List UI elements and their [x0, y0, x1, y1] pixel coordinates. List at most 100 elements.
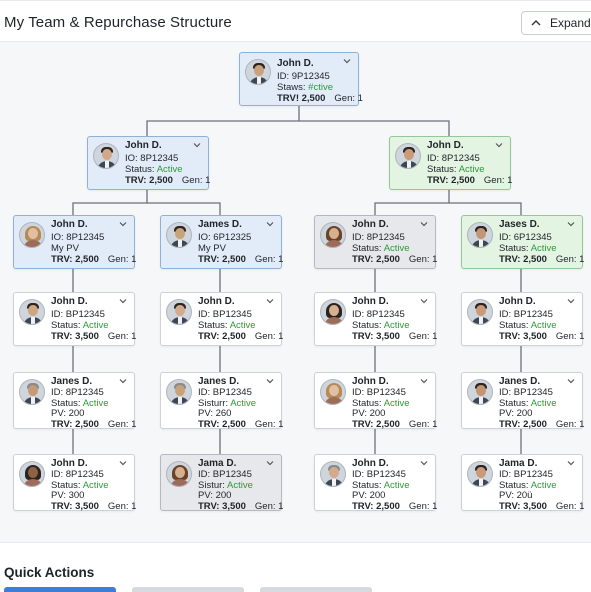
- member-card[interactable]: John D. ID: BP12345 Status: Active PV: 200 T…: [314, 454, 437, 512]
- member-detail: ID: 9P12345: [277, 71, 330, 82]
- root-member-card[interactable]: John D. ID: 9P12345 Staws: #ctive TRV! 2,50…: [239, 52, 363, 106]
- status-value: Active: [82, 479, 109, 491]
- chevron-down-icon[interactable]: [419, 220, 429, 228]
- member-card[interactable]: John D. ID: BP12345 Status: Active TRV: 3,5…: [13, 292, 136, 346]
- member-card[interactable]: John D. ID: 8P12345 Status: Active TRV: 3,5…: [314, 292, 437, 346]
- member-detail: Status: Active: [499, 398, 557, 409]
- member-detail: TRV: 2,500 Gen: 1: [125, 175, 210, 186]
- chevron-down-icon[interactable]: [265, 459, 275, 467]
- member-detail: Status: Active: [51, 480, 109, 491]
- member-detail: ID: BP12345: [352, 387, 406, 398]
- member-detail: ID: 8P12345: [51, 387, 104, 398]
- status-label: Status:: [51, 397, 83, 409]
- member-gen: Gen: 1: [107, 500, 137, 512]
- member-gen: Gen: 1: [254, 500, 284, 512]
- member-name: John D.: [352, 458, 389, 469]
- member-trv: TRV: 2,500: [198, 254, 246, 265]
- status-label: Status:: [51, 479, 83, 491]
- member-detail: PV: 200: [352, 408, 386, 419]
- member-detail: ID: 6P12345: [499, 232, 552, 243]
- chevron-down-icon[interactable]: [118, 297, 128, 305]
- chevron-down-icon[interactable]: [419, 459, 429, 467]
- status-value: Active: [229, 320, 256, 331]
- chevron-down-icon[interactable]: [494, 141, 504, 149]
- member-card[interactable]: John D. ID: BP12345 Status: Active PV: 200 T…: [314, 372, 437, 430]
- member-trv: TRV: 2,500: [499, 254, 547, 265]
- member-trv: TRV: 3,500: [51, 500, 99, 512]
- member-card[interactable]: John D. ID: BP12345 Status: Active TRV: 2,5…: [160, 292, 283, 346]
- member-card[interactable]: Janes D. ID: BP12345 Status: Active PV: 200…: [461, 372, 584, 430]
- member-detail: TRV: 2,500 Gen: 1: [352, 254, 437, 265]
- member-card[interactable]: Jama D. ID: BP12345 Sistur: Active PV: 200 T…: [160, 454, 284, 512]
- member-name: Jama D.: [198, 458, 237, 469]
- chevron-down-icon[interactable]: [118, 220, 128, 228]
- member-card[interactable]: John D. IO: 8P12345 Status: Active TRV: 2,5…: [87, 136, 210, 190]
- member-avatar: [19, 222, 45, 248]
- member-detail: TRV: 3,500 Gen: 1: [499, 501, 584, 512]
- status-label: Status:: [499, 243, 531, 254]
- chevron-down-icon[interactable]: [265, 377, 275, 385]
- member-gen: Gen: 1: [555, 254, 585, 265]
- member-detail: TRV: 2,500 Gen: 1: [51, 419, 136, 430]
- chevron-down-icon[interactable]: [566, 377, 576, 385]
- member-avatar: [395, 143, 421, 169]
- member-card[interactable]: Janes D. ID: 8P12345 Status: Active PV: 200…: [13, 372, 136, 430]
- member-name: John D.: [51, 458, 88, 469]
- chevron-down-icon[interactable]: [265, 297, 275, 305]
- member-detail: TRV: 2,500 Gen: 1: [427, 175, 512, 186]
- expand-button[interactable]: Expand: [521, 11, 591, 35]
- member-detail: Staws: #ctive: [277, 82, 333, 93]
- member-detail: PV: 300: [51, 490, 85, 501]
- member-card[interactable]: John D. IO: 8P12345 My PV TRV: 2,500 Gen: 1: [13, 215, 136, 269]
- member-detail: IO: 6P12325: [198, 232, 252, 243]
- quick-action-button[interactable]: [4, 587, 116, 592]
- member-card[interactable]: Jases D. ID: 6P12345 Status: Active TRV: 2,…: [461, 215, 585, 269]
- status-value: Active: [227, 479, 253, 491]
- status-label: Sistur:: [198, 479, 228, 491]
- chevron-down-icon[interactable]: [342, 57, 352, 65]
- member-card[interactable]: James D. IO: 6P12325 My PV TRV: 2,500 Gen: 1: [160, 215, 283, 269]
- member-gen: Gen: 1: [555, 500, 585, 512]
- quick-action-button[interactable]: [260, 587, 372, 592]
- member-avatar: [320, 379, 346, 405]
- member-card[interactable]: John D. ID: 8P12345 Status: Active TRV: 2,5…: [389, 136, 512, 190]
- chevron-down-icon[interactable]: [566, 297, 576, 305]
- member-card[interactable]: John D. ID: BP12345 Status: Active TRV: 3,5…: [461, 292, 584, 346]
- status-value: Active: [383, 243, 410, 254]
- chevron-down-icon[interactable]: [192, 141, 202, 149]
- member-detail: IO: 8P12345: [125, 153, 179, 164]
- status-label: Status:: [198, 320, 230, 331]
- member-detail: My PV: [198, 243, 226, 254]
- status-value: Active: [82, 320, 109, 331]
- member-avatar: [19, 379, 45, 405]
- member-avatar: [166, 299, 192, 325]
- member-detail: ID: BP12345: [352, 469, 406, 480]
- chevron-down-icon[interactable]: [118, 377, 128, 385]
- chevron-down-icon[interactable]: [118, 459, 128, 467]
- member-trv: TRV: 2,500: [125, 175, 173, 186]
- member-avatar: [467, 379, 493, 405]
- quick-action-button[interactable]: [132, 587, 244, 592]
- member-card[interactable]: Jama D. ID: BP12345 Status: Active PV: 20ü T…: [461, 454, 584, 512]
- status-label: Status:: [125, 164, 157, 175]
- member-avatar: [320, 222, 346, 248]
- chevron-down-icon[interactable]: [419, 297, 429, 305]
- member-card[interactable]: John D. ID: 8P12345 Status: Active TRV: 2,5…: [314, 215, 437, 269]
- member-name: John D.: [198, 296, 235, 307]
- status-value: Active: [530, 397, 557, 409]
- status-label: Status:: [352, 397, 384, 409]
- member-detail: TRV: 2,500 Gen: 1: [198, 419, 283, 430]
- member-gen: Gen: 1: [254, 418, 284, 430]
- member-detail: TRV: 2,500 Gen: 1: [51, 254, 136, 265]
- chevron-down-icon[interactable]: [566, 459, 576, 467]
- member-card[interactable]: John D. ID: 8P12345 Status: Active PV: 300 T…: [13, 454, 137, 512]
- chevron-up-icon: [531, 20, 541, 26]
- member-name: John D.: [352, 376, 389, 387]
- member-name: James D.: [198, 219, 242, 230]
- chevron-down-icon[interactable]: [566, 220, 576, 228]
- member-name: Janes D.: [51, 376, 93, 387]
- member-detail: Status: Active: [352, 243, 410, 254]
- chevron-down-icon[interactable]: [419, 377, 429, 385]
- chevron-down-icon[interactable]: [265, 220, 275, 228]
- member-card[interactable]: Janes D. ID: BP12345 Sisturr: Active PV: 26…: [160, 372, 283, 430]
